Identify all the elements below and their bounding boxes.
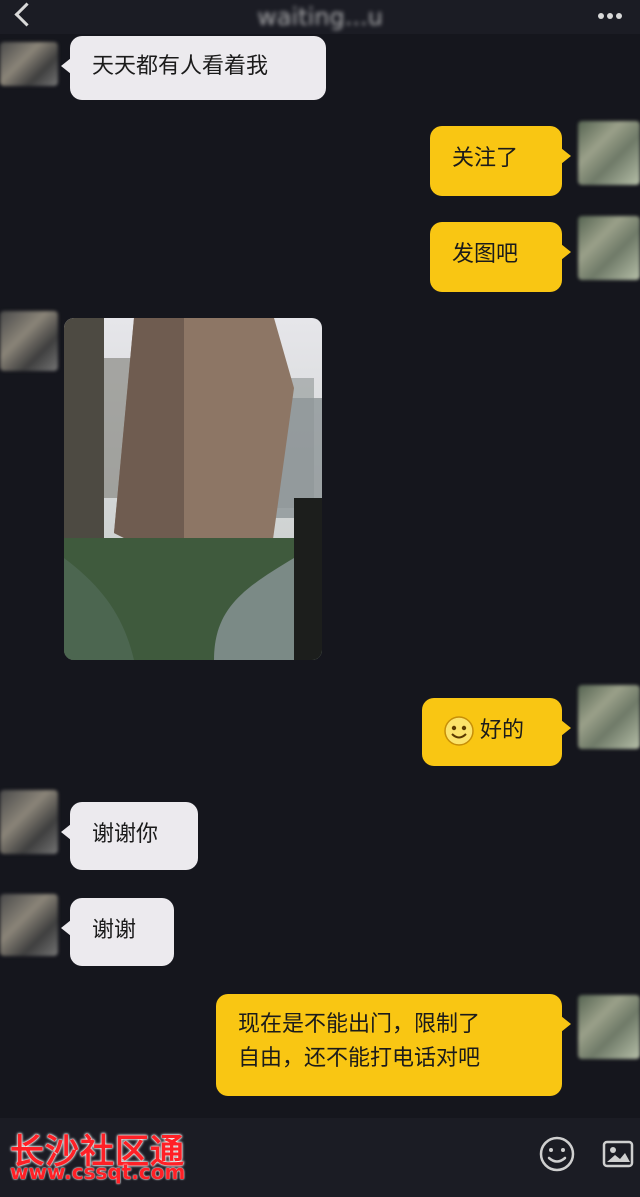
message-text: 好的 <box>480 718 525 743</box>
avatar[interactable] <box>578 121 640 185</box>
avatar[interactable] <box>0 894 58 956</box>
smile-icon <box>444 716 474 746</box>
avatar[interactable] <box>0 790 58 854</box>
message-text: 关注了 <box>452 146 519 171</box>
back-chevron-icon[interactable] <box>8 0 38 30</box>
message-text: 发图吧 <box>452 242 519 267</box>
message-bubble: 现在是不能出门，限制了 自由，还不能打电话对吧 <box>216 994 571 1096</box>
message-text-line-1: 现在是不能出门，限制了 <box>238 1012 481 1037</box>
avatar[interactable] <box>0 42 58 86</box>
message-bubble: 关注了 <box>430 126 571 196</box>
message-bubble: 发图吧 <box>430 222 571 292</box>
image-icon[interactable] <box>598 1134 638 1174</box>
message-bubble: 谢谢你 <box>61 802 198 870</box>
avatar[interactable] <box>578 685 640 749</box>
photo-message[interactable] <box>64 318 322 660</box>
more-icon[interactable] <box>598 4 632 24</box>
message-text: 天天都有人看着我 <box>92 54 269 79</box>
message-bubble: 好的 <box>422 698 571 766</box>
message-bubble: 天天都有人看着我 <box>61 36 326 100</box>
top-bar: waiting...u <box>0 0 640 34</box>
message-text: 谢谢你 <box>92 822 159 847</box>
avatar[interactable] <box>0 311 58 371</box>
watermark-url: www.cssqt.com <box>10 1160 186 1184</box>
message-bubble: 谢谢 <box>61 898 174 966</box>
emoji-icon[interactable] <box>537 1134 577 1174</box>
avatar[interactable] <box>578 216 640 280</box>
message-text-line-2: 自由，还不能打电话对吧 <box>238 1046 481 1071</box>
watermark-logo: 长沙社区通 www.cssqt.com <box>10 1124 230 1186</box>
message-text: 谢谢 <box>92 918 137 943</box>
avatar[interactable] <box>578 995 640 1059</box>
chat-title: waiting...u <box>257 3 383 31</box>
